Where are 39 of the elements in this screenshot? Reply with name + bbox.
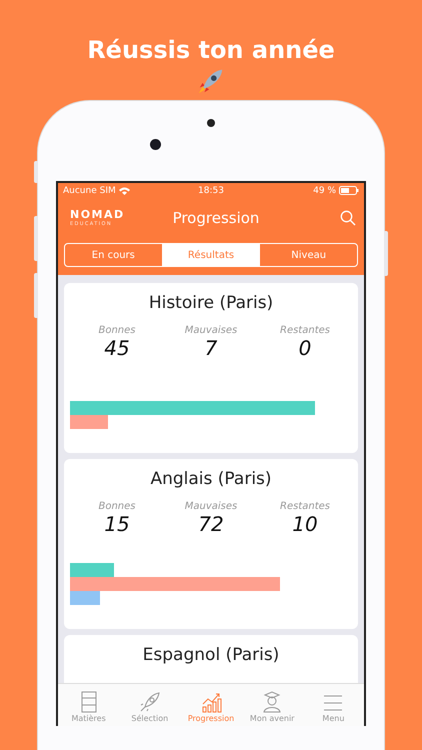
stat-value: 15: [104, 512, 130, 536]
stat-value: 72: [198, 512, 224, 536]
rocket-icon: [197, 67, 225, 95]
carrier: Aucune SIM: [63, 186, 116, 196]
battery-icon: [339, 186, 359, 195]
chart-icon: [200, 691, 222, 713]
sensor-icon: [207, 119, 215, 127]
logo-wordmark: NOMAD: [70, 208, 126, 220]
battery-level: 49 %: [313, 186, 336, 196]
screen-title: Progression: [172, 209, 260, 227]
tab-bar-item[interactable]: Mon avenir: [242, 684, 303, 726]
menu-icon: [323, 693, 344, 713]
headline: Réussis ton année: [87, 35, 335, 65]
stat-value: 45: [104, 336, 130, 360]
rocket-icon: [138, 691, 161, 713]
segment-tab[interactable]: Résultats: [162, 244, 260, 266]
subject-title: Anglais (Paris): [149, 469, 273, 489]
subject-title: Histoire (Paris): [148, 293, 274, 313]
search-icon[interactable]: [340, 210, 356, 226]
cabinet-icon: [80, 691, 98, 713]
stat-value: 10: [292, 512, 318, 536]
stat-label: Bonnes: [98, 325, 136, 336]
stat-value: 7: [204, 336, 218, 360]
tab-bar-item[interactable]: Menu: [302, 684, 364, 726]
stat-label: Bonnes: [98, 501, 136, 512]
tab-bar-item[interactable]: Matières: [58, 684, 120, 726]
camera-icon: [150, 139, 160, 150]
subject-title: Espagnol (Paris): [142, 645, 280, 665]
stat-label: Mauvaises: [184, 325, 238, 336]
tab-bar-item[interactable]: Progression: [180, 684, 242, 726]
clock: 18:53: [198, 186, 224, 196]
segment-tab[interactable]: Niveau: [260, 244, 357, 266]
stat-label: Mauvaises: [184, 501, 238, 512]
tab-bar-item[interactable]: Sélection: [119, 684, 180, 726]
stat-label: Restantes: [280, 501, 330, 512]
graduate-icon: [261, 691, 284, 713]
wifi-icon: [118, 186, 130, 194]
stat-value: 0: [298, 336, 312, 360]
stat-label: Restantes: [280, 325, 330, 336]
